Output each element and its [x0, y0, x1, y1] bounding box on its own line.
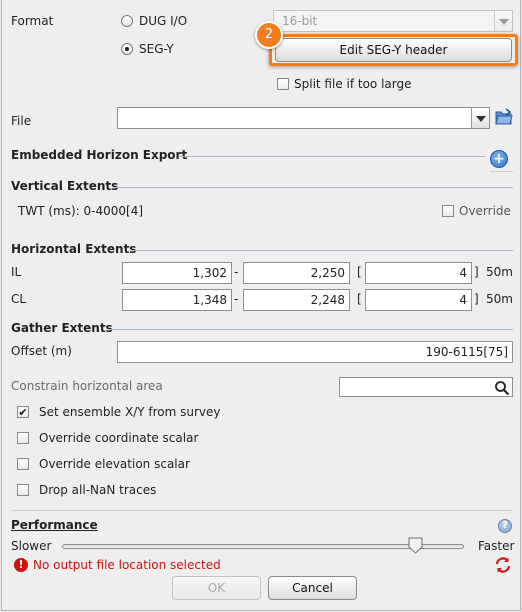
il-open-bracket: [	[357, 265, 362, 279]
il-dash: -	[234, 265, 239, 279]
segy-label[interactable]: SEG-Y	[139, 42, 174, 56]
cancel-button[interactable]: Cancel	[268, 576, 357, 600]
performance-title[interactable]: Performance	[11, 518, 98, 532]
section-divider	[110, 329, 513, 330]
set-ensemble-xy-checkbox[interactable]: ✔	[17, 406, 29, 418]
constrain-area-search-input[interactable]	[339, 377, 513, 397]
error-message: No output file location selected	[33, 558, 221, 572]
il-spacing: 50m	[486, 265, 513, 279]
file-dropdown-chevron-icon[interactable]	[471, 108, 489, 128]
refresh-icon[interactable]	[494, 556, 512, 574]
vertical-override-label[interactable]: Override	[459, 204, 511, 218]
embedded-horizon-title: Embedded Horizon Export	[11, 148, 188, 162]
cl-to-input[interactable]: 2,248	[243, 289, 350, 311]
open-folder-icon[interactable]	[495, 108, 513, 126]
offset-label: Offset (m)	[11, 344, 72, 358]
segy-export-dialog: Format DUG I/O SEG-Y 16-bit Edit SEG-Y h…	[1, 0, 521, 611]
section-divider	[11, 510, 513, 511]
vertical-extents-title: Vertical Extents	[11, 179, 119, 193]
file-path-input[interactable]	[117, 107, 490, 129]
cl-dash: -	[234, 292, 239, 306]
cl-close-bracket: ]	[474, 292, 479, 306]
chevron-down-icon	[494, 11, 512, 31]
il-label: IL	[11, 265, 22, 279]
cl-label: CL	[11, 292, 27, 306]
gather-extents-title: Gather Extents	[11, 321, 113, 335]
help-icon[interactable]: ?	[498, 519, 512, 533]
ok-button[interactable]: OK	[172, 576, 261, 600]
override-coordinate-scalar-checkbox[interactable]	[17, 432, 29, 444]
bit-depth-value: 16-bit	[282, 14, 318, 28]
split-file-label[interactable]: Split file if too large	[294, 77, 412, 91]
section-divider	[490, 171, 513, 172]
faster-label: Faster	[478, 539, 515, 553]
il-step-input[interactable]: 4	[365, 262, 472, 284]
add-horizon-plus-icon[interactable]: +	[490, 150, 508, 168]
bit-depth-select[interactable]: 16-bit	[273, 10, 513, 32]
horizontal-extents-title: Horizontal Extents	[11, 242, 137, 256]
segy-radio[interactable]	[121, 43, 133, 55]
section-divider	[179, 156, 486, 157]
cl-spacing: 50m	[486, 292, 513, 306]
cl-open-bracket: [	[357, 292, 362, 306]
il-from-input[interactable]: 1,302	[122, 262, 232, 284]
performance-slider-thumb[interactable]	[408, 537, 423, 554]
twt-range-text: TWT (ms): 0-4000[4]	[18, 204, 144, 218]
drop-nan-traces-checkbox[interactable]	[17, 484, 29, 496]
override-elevation-scalar-checkbox[interactable]	[17, 458, 29, 470]
vertical-override-checkbox[interactable]	[442, 205, 454, 217]
edit-segy-header-button[interactable]: Edit SEG-Y header	[275, 38, 512, 62]
dug-io-label[interactable]: DUG I/O	[139, 14, 187, 28]
constrain-area-label: Constrain horizontal area	[11, 379, 163, 393]
il-close-bracket: ]	[474, 265, 479, 279]
format-label: Format	[11, 14, 54, 28]
step-callout-badge: 2	[255, 21, 283, 49]
dug-io-radio[interactable]	[121, 15, 133, 27]
cl-from-input[interactable]: 1,348	[122, 289, 232, 311]
file-label: File	[11, 114, 32, 128]
il-to-input[interactable]: 2,250	[243, 262, 350, 284]
performance-slider-track[interactable]	[62, 544, 464, 549]
split-file-checkbox[interactable]	[277, 78, 289, 90]
section-divider	[133, 250, 513, 251]
override-coordinate-scalar-label[interactable]: Override coordinate scalar	[39, 431, 198, 445]
offset-input[interactable]: 190-6115[75]	[117, 341, 513, 363]
slower-label: Slower	[11, 539, 52, 553]
section-divider	[114, 187, 513, 188]
cl-step-input[interactable]: 4	[365, 289, 472, 311]
error-icon: !	[14, 558, 28, 572]
override-elevation-scalar-label[interactable]: Override elevation scalar	[39, 457, 190, 471]
set-ensemble-xy-label[interactable]: Set ensemble X/Y from survey	[39, 405, 221, 419]
drop-nan-traces-label[interactable]: Drop all-NaN traces	[39, 483, 156, 497]
search-icon[interactable]	[494, 380, 510, 396]
